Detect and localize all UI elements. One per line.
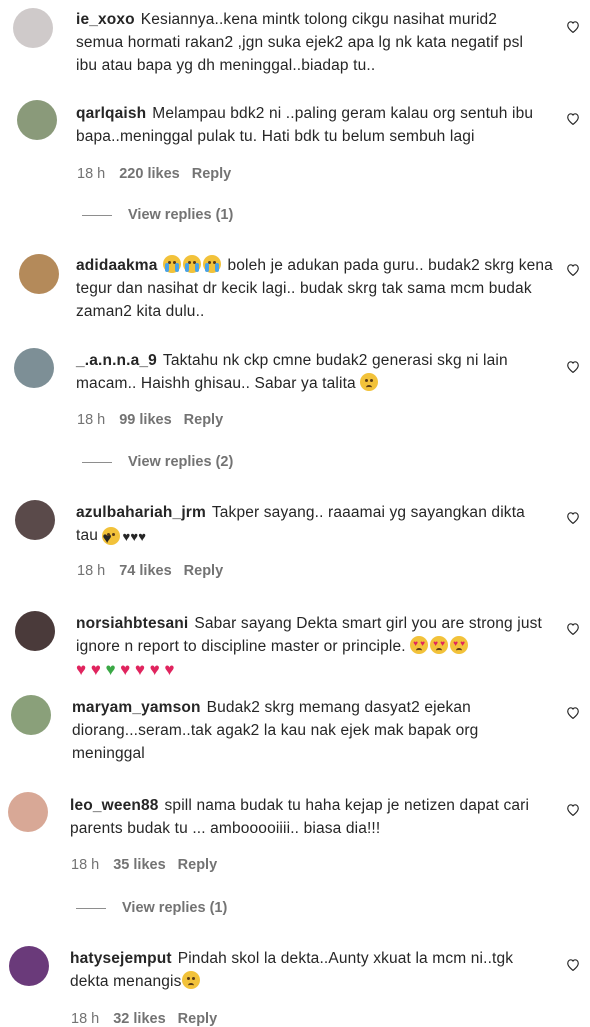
- comment-body: Kesiannya..kena mintk tolong cikgu nasih…: [76, 11, 524, 74]
- heart-eyes-emoji: ♥ ♥: [430, 636, 449, 654]
- heart-eyes-emoji: ♥ ♥: [410, 636, 429, 654]
- crying-face-emoji: [203, 255, 222, 273]
- comment-text: maryam_yamson Budak2 skrg memang dasyat2 …: [72, 696, 552, 765]
- comment-meta: 18 h 32 likes Reply: [71, 1011, 217, 1027]
- like-heart-icon[interactable]: [566, 360, 580, 373]
- avatar[interactable]: [8, 792, 48, 832]
- sad-face-emoji: [181, 971, 200, 989]
- likes-count[interactable]: 99 likes: [119, 412, 171, 428]
- heart-decoration-emoji: ♥: [120, 660, 131, 679]
- reply-button[interactable]: Reply: [178, 857, 218, 873]
- comment-time: 18 h: [77, 412, 106, 428]
- likes-count[interactable]: 220 likes: [119, 166, 179, 182]
- red-heart-emoji: ♥: [90, 660, 101, 679]
- comment-text: qarlqaish Melampau bdk2 ni ..paling geram…: [76, 102, 546, 148]
- comment-text: hatysejemput Pindah skol la dekta..Aunty …: [70, 947, 540, 993]
- username[interactable]: adidaakma: [76, 257, 157, 274]
- reply-button[interactable]: Reply: [192, 166, 232, 182]
- crying-face-emoji: [163, 255, 182, 273]
- likes-count[interactable]: 35 likes: [113, 857, 165, 873]
- like-heart-icon[interactable]: [566, 706, 580, 719]
- avatar[interactable]: [15, 500, 55, 540]
- like-heart-icon[interactable]: [566, 511, 580, 524]
- comment-meta: 18 h 74 likes Reply: [77, 563, 223, 579]
- heart-glyph: ♥♥♥: [122, 529, 147, 544]
- comment-meta: 18 h 220 likes Reply: [77, 166, 231, 182]
- username[interactable]: leo_ween88: [70, 797, 159, 814]
- comment-time: 18 h: [71, 1011, 100, 1027]
- view-replies-label: View replies (1): [128, 207, 234, 223]
- like-heart-icon[interactable]: [566, 958, 580, 971]
- divider-line: [76, 907, 106, 909]
- divider-line: [82, 461, 112, 463]
- avatar[interactable]: [19, 254, 59, 294]
- avatar[interactable]: [13, 8, 53, 48]
- avatar[interactable]: [15, 611, 55, 651]
- broken-heart-emoji: ♥: [134, 660, 146, 679]
- comment-time: 18 h: [77, 563, 106, 579]
- comment-meta: 18 h 35 likes Reply: [71, 857, 217, 873]
- view-replies-button[interactable]: View replies (1): [76, 900, 227, 916]
- comment-time: 18 h: [71, 857, 100, 873]
- avatar[interactable]: [9, 946, 49, 986]
- mending-heart-emoji: ♥: [149, 660, 160, 679]
- comment-meta: 18 h 99 likes Reply: [77, 412, 223, 428]
- crying-face-emoji: [183, 255, 202, 273]
- heart-eyes-emoji: ♥ ♥: [450, 636, 469, 654]
- reply-button[interactable]: Reply: [184, 412, 224, 428]
- green-heart-emoji: ♥: [105, 660, 116, 679]
- avatar[interactable]: [11, 695, 51, 735]
- comment-text: adidaakma boleh je adukan pada guru.. bud…: [76, 254, 556, 323]
- like-heart-icon[interactable]: [566, 622, 580, 635]
- username[interactable]: ie_xoxo: [76, 11, 135, 28]
- reply-button[interactable]: Reply: [184, 563, 224, 579]
- comment-text: azulbahariah_jrm Takper sayang.. raaamai …: [76, 501, 546, 547]
- heart-on-fire-emoji: ♥: [164, 660, 175, 679]
- kissing-face-emoji: ♥: [102, 527, 121, 547]
- comment-time: 18 h: [77, 166, 106, 182]
- like-heart-icon[interactable]: [566, 20, 580, 33]
- username[interactable]: azulbahariah_jrm: [76, 504, 206, 521]
- view-replies-label: View replies (2): [128, 454, 234, 470]
- like-heart-icon[interactable]: [566, 112, 580, 125]
- username[interactable]: norsiahbtesani: [76, 615, 188, 632]
- like-heart-icon[interactable]: [566, 803, 580, 816]
- view-replies-button[interactable]: View replies (2): [82, 454, 233, 470]
- username[interactable]: hatysejemput: [70, 950, 172, 967]
- username[interactable]: _.a.n.n.a_9: [76, 352, 157, 369]
- comment-text: norsiahbtesani Sabar sayang Dekta smart g…: [76, 612, 546, 681]
- avatar[interactable]: [14, 348, 54, 388]
- comment-text: leo_ween88 spill nama budak tu haha kejap…: [70, 794, 540, 840]
- red-heart-emoji: ♥: [76, 660, 87, 679]
- username[interactable]: maryam_yamson: [72, 699, 201, 716]
- likes-count[interactable]: 32 likes: [113, 1011, 165, 1027]
- avatar[interactable]: [17, 100, 57, 140]
- divider-line: [82, 214, 112, 216]
- reply-button[interactable]: Reply: [178, 1011, 218, 1027]
- view-replies-button[interactable]: View replies (1): [82, 207, 233, 223]
- comment-text: ie_xoxo Kesiannya..kena mintk tolong cikg…: [76, 8, 546, 77]
- like-heart-icon[interactable]: [566, 263, 580, 276]
- view-replies-label: View replies (1): [122, 900, 228, 916]
- likes-count[interactable]: 74 likes: [119, 563, 171, 579]
- comment-text: _.a.n.n.a_9 Taktahu nk ckp cmne budak2 ge…: [76, 349, 546, 395]
- sad-face-emoji: [360, 373, 379, 391]
- username[interactable]: qarlqaish: [76, 105, 146, 122]
